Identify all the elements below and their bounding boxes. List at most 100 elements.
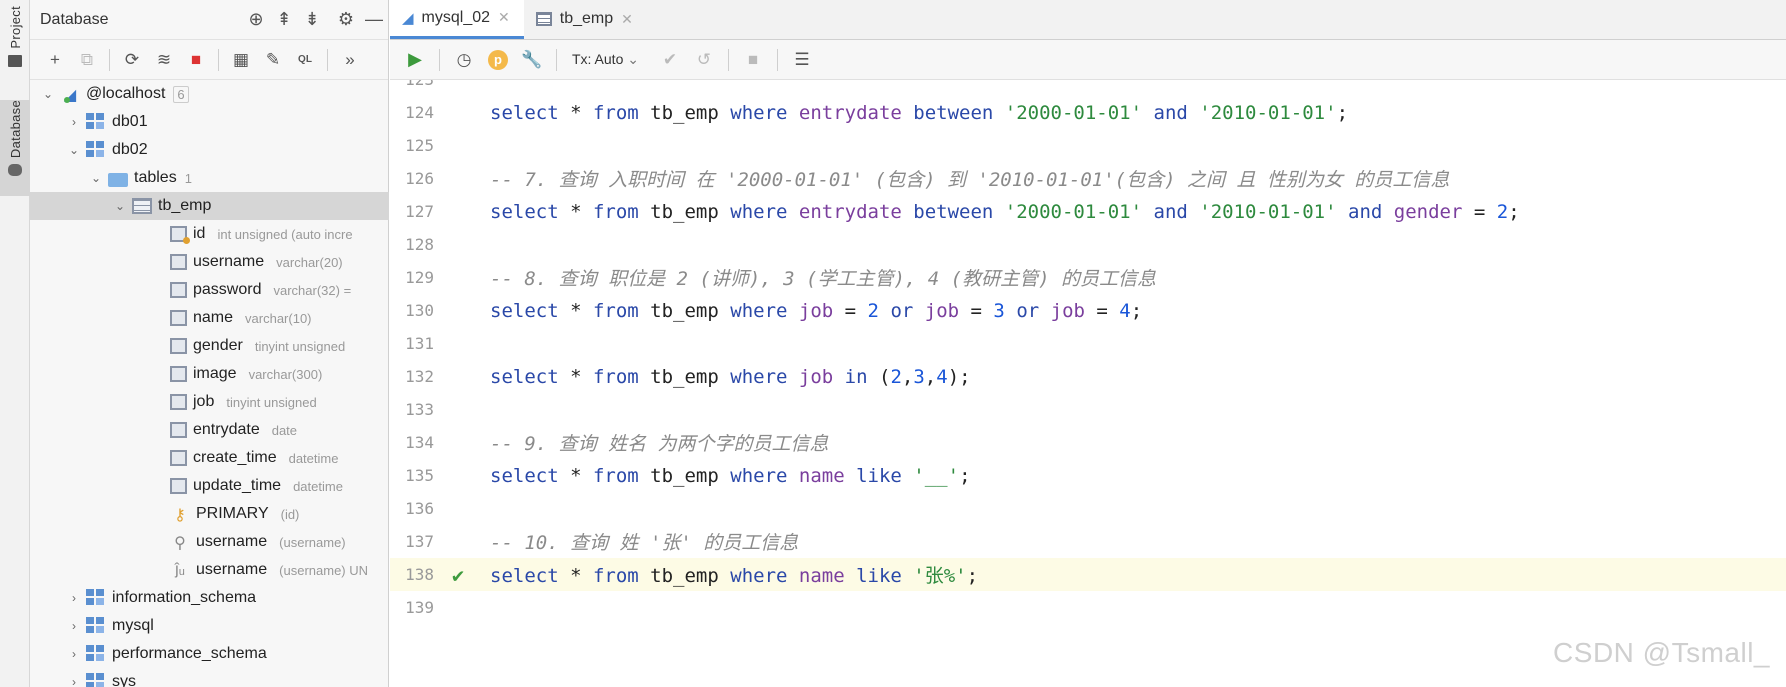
tree-item-id[interactable]: id int unsigned (auto incre (30, 220, 389, 248)
chevron-right-icon[interactable]: › (66, 591, 82, 605)
code-text[interactable]: select * from tb_emp where entrydate bet… (482, 201, 1520, 223)
project-tool-tab[interactable]: Project (0, 6, 30, 86)
tree-item-label: update_time (193, 477, 282, 494)
database-icon (8, 164, 22, 177)
line-number: 125 (405, 136, 434, 155)
code-text[interactable]: select * from tb_emp where name like '张%… (482, 561, 978, 588)
code-text[interactable]: select * from tb_emp where job = 2 or jo… (482, 300, 1142, 322)
code-text[interactable]: -- 8. 查询 职位是 2 (讲师), 3 (学工主管), 4 (教研主管) … (482, 264, 1156, 291)
chevron-right-icon[interactable]: › (66, 619, 82, 633)
schema-icon[interactable]: ≋ (149, 46, 179, 74)
execute-icon[interactable]: ▶ (400, 46, 430, 74)
code-token: where (730, 565, 788, 587)
tree-item-performance-schema[interactable]: › performance_schema (30, 640, 389, 668)
code-line: 131 (390, 327, 1786, 360)
chevron-down-icon[interactable]: ⌄ (40, 87, 56, 101)
edit-icon[interactable]: ✎ (258, 46, 288, 74)
tree-item-entrydate[interactable]: entrydate date (30, 416, 389, 444)
code-editor[interactable]: 123 124 select * from tb_emp where entryda… (390, 80, 1786, 687)
chevron-right-icon[interactable]: › (66, 675, 82, 687)
tree-item-label: tables (134, 169, 177, 186)
code-token: tb_emp (638, 299, 731, 322)
code-text[interactable]: select * from tb_emp where entrydate bet… (482, 102, 1348, 124)
schema-icon (86, 589, 106, 607)
tab-tb-emp[interactable]: tb_emp ✕ (524, 0, 647, 39)
tree-item-label: password (193, 281, 262, 298)
code-token: '2010-01-01' (1199, 200, 1337, 223)
tree-item-primary[interactable]: ⚷ PRIMARY (id) (30, 500, 389, 528)
column-icon (170, 310, 187, 326)
tree-item-name[interactable]: name varchar(10) (30, 304, 389, 332)
code-token: gender (1393, 200, 1463, 223)
line-number: 127 (405, 202, 434, 221)
code-text[interactable]: -- 9. 查询 姓名 为两个字的员工信息 (482, 429, 829, 456)
tab-mysql-02[interactable]: ◢ mysql_02 ✕ (390, 0, 524, 39)
code-text[interactable]: -- 10. 查询 姓 '张' 的员工信息 (482, 528, 798, 555)
tree-item-information-schema[interactable]: › information_schema (30, 584, 389, 612)
more-icon[interactable]: » (335, 46, 365, 74)
tree-item-db02[interactable]: ⌄ db02 (30, 136, 389, 164)
column-type: varchar(20) (276, 254, 343, 270)
code-text[interactable]: -- 7. 查询 入职时间 在 '2000-01-01' (包含) 到 '201… (482, 165, 1449, 192)
sql-console-icon[interactable]: QL (290, 46, 320, 74)
close-icon[interactable]: ✕ (498, 9, 510, 26)
tree-item--localhost[interactable]: ⌄ ◢ @localhost 6 (30, 80, 389, 108)
tree-item-job[interactable]: job tinyint unsigned (30, 388, 389, 416)
wrench-icon[interactable]: 🔧 (517, 46, 547, 74)
database-panel-header: Database ⊕ ⇞ ⇟ ⚙ — (30, 0, 388, 40)
tree-item-update-time[interactable]: update_time datetime (30, 472, 389, 500)
close-icon[interactable]: ✕ (621, 11, 633, 28)
commit-icon[interactable]: ✔ (655, 46, 685, 74)
database-tool-tab[interactable]: Database (0, 100, 30, 196)
duplicate-icon[interactable]: ⧉ (72, 46, 102, 74)
history-icon[interactable]: ◷ (449, 46, 479, 74)
target-icon[interactable]: ⊕ (242, 9, 270, 30)
chevron-down-icon[interactable]: ⌄ (112, 199, 128, 213)
expand-all-icon[interactable]: ⇞ (270, 9, 298, 30)
stop-execution-icon[interactable]: ■ (738, 46, 768, 74)
add-icon[interactable]: + (40, 46, 70, 74)
table-icon (132, 198, 152, 214)
tree-item-mysql[interactable]: › mysql (30, 612, 389, 640)
chevron-right-icon[interactable]: › (66, 647, 82, 661)
tree-item-username[interactable]: username varchar(20) (30, 248, 389, 276)
stop-icon[interactable]: ■ (181, 46, 211, 74)
code-text[interactable]: select * from tb_emp where name like '__… (482, 465, 971, 487)
tx-mode-select[interactable]: Tx: Auto ⌄ (572, 51, 639, 68)
database-tree: ⌄ ◢ @localhost 6 › db01 ⌄ db02 ⌄ tables 1 ⌄ tb_emp id… (30, 80, 389, 687)
rollback-icon[interactable]: ↺ (689, 46, 719, 74)
code-token: 3 (913, 365, 925, 388)
profile-icon[interactable]: p (483, 46, 513, 74)
code-text[interactable]: select * from tb_emp where job in (2,3,4… (482, 366, 971, 388)
tree-item-label: sys (112, 673, 136, 687)
minimize-icon[interactable]: — (360, 9, 388, 30)
tree-item-db01[interactable]: › db01 (30, 108, 389, 136)
chevron-down-icon[interactable]: ⌄ (88, 171, 104, 185)
chevron-right-icon[interactable]: › (66, 115, 82, 129)
column-type: varchar(32) = (273, 282, 352, 298)
collapse-all-icon[interactable]: ⇟ (298, 9, 326, 30)
code-token: like (844, 464, 914, 487)
tree-item-image[interactable]: image varchar(300) (30, 360, 389, 388)
tree-item-username[interactable]: ⚲ username (username) (30, 528, 389, 556)
code-line: 127 select * from tb_emp where entrydate … (390, 195, 1786, 228)
editor-tabs: ◢ mysql_02 ✕ tb_emp ✕ (390, 0, 1786, 40)
tree-item-sys[interactable]: › sys (30, 668, 389, 687)
output-layout-icon[interactable]: ☰ (787, 46, 817, 74)
tree-item-tb-emp[interactable]: ⌄ tb_emp (30, 192, 389, 220)
tree-item-gender[interactable]: gender tinyint unsigned (30, 332, 389, 360)
tree-item-label: entrydate (193, 421, 260, 438)
code-token: = (1084, 299, 1120, 322)
code-token: * (558, 101, 593, 124)
tree-item-username[interactable]: ĵᵤ username (username) UN (30, 556, 389, 584)
tree-item-create-time[interactable]: create_time datetime (30, 444, 389, 472)
column-type: (id) (280, 506, 300, 522)
table-view-icon[interactable]: ▦ (226, 46, 256, 74)
tree-item-tables[interactable]: ⌄ tables 1 (30, 164, 389, 192)
code-token: '__' (913, 464, 960, 487)
refresh-icon[interactable]: ⟳ (117, 46, 147, 74)
code-token: from (592, 365, 639, 388)
tree-item-password[interactable]: password varchar(32) = (30, 276, 389, 304)
chevron-down-icon[interactable]: ⌄ (66, 143, 82, 157)
gear-icon[interactable]: ⚙ (332, 9, 360, 30)
